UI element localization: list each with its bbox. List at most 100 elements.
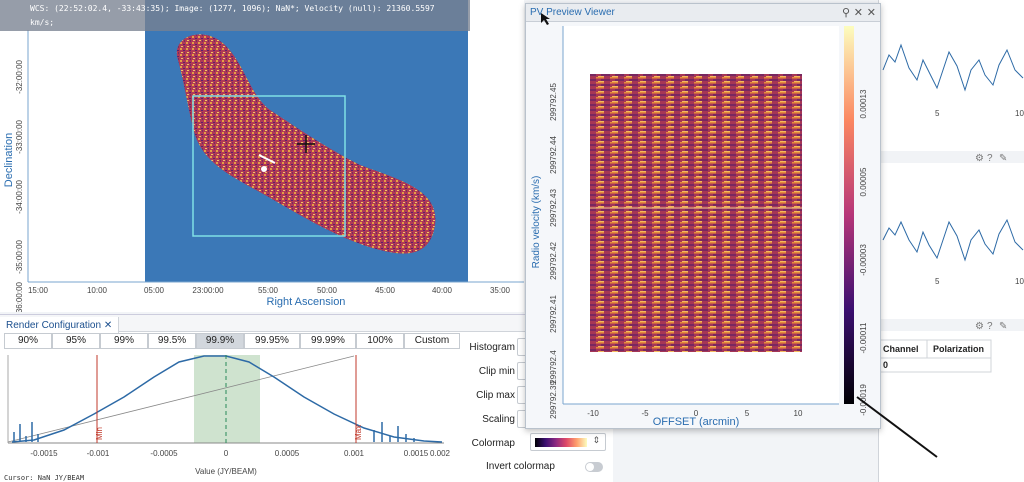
gear-icon-2[interactable]: ⚙ — [975, 321, 984, 332]
pv-window-titlebar[interactable]: PV Preview Viewer ⚲ ✕ ✕ — [526, 4, 880, 22]
y-tick-group: -32:00:00 -33:00:00 -34:00:00 -35:00:00 -36:… — [15, 59, 24, 312]
render-config-tab-bar: Render Configuration ✕ — [0, 315, 613, 334]
pv-y-tick: 299792.42 — [549, 242, 558, 280]
min-marker-label: Min — [95, 427, 104, 440]
max-marker-label: Max — [354, 425, 363, 440]
close-window-icon[interactable]: ✕ — [867, 4, 876, 22]
cursor-info-line2: Frequency: 92.8749 THz — [30, 32, 136, 41]
hist-x-label: Value (JY/BEAM) — [195, 467, 257, 476]
percentile-button-99[interactable]: 99% — [100, 333, 148, 349]
percentile-button-100[interactable]: 100% — [356, 333, 404, 349]
pv-plot-svg[interactable]: -10 -5 0 5 10 299792.45299792.44299792.43299… — [526, 22, 880, 428]
hist-x-tick: 0.002 — [430, 449, 451, 458]
img-x-tick: 55:00 — [258, 286, 279, 295]
point-region[interactable] — [261, 166, 267, 172]
spectrum1-tick-10: 10 — [1015, 109, 1024, 118]
colorbar-tick: 0.00005 — [859, 167, 868, 196]
hist-x-tick: 0.0015 — [404, 449, 429, 458]
spectrum2-tick-5: 5 — [935, 277, 940, 286]
tab-label: Render Configuration — [6, 320, 102, 331]
image-view-panel[interactable]: 15:00 10:00 05:00 23:00:00 55:00 50:00 45:00 40… — [0, 0, 524, 312]
pv-y-tick: 299792.44 — [549, 136, 558, 174]
histogram-label: Histogram — [469, 342, 515, 353]
percentile-button-90[interactable]: 90% — [4, 333, 52, 349]
pv-x-tick: 10 — [794, 409, 803, 418]
scaling-label: Scaling — [482, 414, 515, 425]
close-icon[interactable]: ✕ — [104, 320, 112, 331]
img-x-tick: 23:00:00 — [192, 286, 224, 295]
img-y-tick: -36:00:00 — [15, 281, 24, 312]
hist-x-tick: -0.0005 — [150, 449, 178, 458]
pv-image — [590, 74, 802, 352]
img-x-tick: 35:00 — [490, 286, 511, 295]
pin-icon-2[interactable]: ✎ — [999, 321, 1007, 332]
pv-x-tick: 5 — [745, 409, 750, 418]
invert-colormap-label: Invert colormap — [486, 461, 555, 472]
colorbar-tick: -0.00011 — [859, 322, 868, 354]
pv-x-tick: -10 — [587, 409, 599, 418]
percentile-button-99-5[interactable]: 99.5% — [148, 333, 196, 349]
spectrum-line-1 — [882, 43, 1024, 92]
close-icon[interactable]: ✕ — [854, 4, 863, 22]
pv-x-tick: -5 — [641, 409, 649, 418]
colorbar-tick: 0.00013 — [859, 89, 868, 118]
hist-cursor-text: Cursor: NaN JY/BEAM — [4, 474, 85, 482]
table-header-polarization: Polarization — [933, 344, 985, 354]
spectrum-line-2 — [882, 218, 1024, 262]
y-axis-label: Declination — [3, 133, 15, 187]
img-y-tick: -32:00:00 — [15, 59, 24, 93]
pv-y-tick: 299792.4 — [549, 350, 558, 384]
img-x-tick: 05:00 — [144, 286, 165, 295]
help-icon[interactable]: ? — [987, 153, 993, 164]
colormap-label: Colormap — [471, 438, 515, 449]
img-y-tick: -35:00:00 — [15, 239, 24, 273]
img-x-tick: 40:00 — [432, 286, 453, 295]
pv-x-label: OFFSET (arcmin) — [653, 416, 740, 428]
pin-icon[interactable]: ⚲ — [842, 4, 850, 22]
annotation-line — [856, 396, 938, 458]
invert-colormap-toggle[interactable] — [585, 462, 603, 472]
hist-x-tick: 0.001 — [344, 449, 365, 458]
clip-min-label: Clip min — [478, 366, 515, 377]
percentile-button-99-9[interactable]: 99.9% — [196, 333, 244, 349]
histogram-plot[interactable]: Min Max -0.0015 -0.001 -0.0005 0 0.0005 0.001… — [4, 352, 456, 482]
pv-preview-window[interactable]: PV Preview Viewer ⚲ ✕ ✕ -10 -5 0 5 10 299792… — [525, 3, 881, 429]
image-view-svg[interactable]: 15:00 10:00 05:00 23:00:00 55:00 50:00 45:00 40… — [0, 0, 524, 312]
img-y-tick: -34:00:00 — [15, 179, 24, 213]
pv-y-tick: 299792.43 — [549, 189, 558, 227]
clip-max-label: Clip max — [476, 390, 515, 401]
table-cell-channel: 0 — [883, 360, 889, 370]
pv-y-tick: 299792.41 — [549, 295, 558, 333]
colorbar-tick: -0.00003 — [859, 244, 868, 276]
pv-y-tick: 299792.39 — [549, 381, 558, 419]
pv-y-label: Radio velocity (km/s) — [531, 176, 542, 269]
gear-icon[interactable]: ⚙ — [975, 153, 984, 164]
cursor-info-overlay: WCS: (22:52:02.4, -33:43:35); Image: (12… — [0, 0, 470, 41]
img-x-tick: 45:00 — [375, 286, 396, 295]
percentile-button-99-95[interactable]: 99.95% — [244, 333, 300, 349]
hist-x-tick: -0.0015 — [30, 449, 58, 458]
hist-x-tick: 0 — [224, 449, 229, 458]
percentile-button-99-99[interactable]: 99.99% — [300, 333, 356, 349]
percentile-button-custom[interactable]: Custom — [404, 333, 460, 349]
transfer-line — [7, 355, 355, 443]
percentile-button-group: 90% 95% 99% 99.5% 99.9% 99.95% 99.99% 10… — [4, 333, 460, 349]
spectrum2-tick-10: 10 — [1015, 277, 1024, 286]
hist-x-tick: -0.001 — [87, 449, 110, 458]
colormap-swatch — [535, 438, 587, 447]
colormap-select[interactable]: ⇕ — [530, 433, 606, 451]
cursor-info-line1: WCS: (22:52:02.4, -33:43:35); Image: (12… — [30, 4, 435, 27]
pin-icon[interactable]: ✎ — [999, 153, 1007, 164]
pv-colorbar-tick-group: 0.000130.00005-0.00003-0.00011-0.00019 — [859, 89, 868, 416]
hist-x-tick-group: -0.0015 -0.001 -0.0005 0 0.0005 0.001 0.0015 0.… — [30, 449, 450, 458]
spectrum1-tick-5: 5 — [935, 109, 940, 118]
clip-range-band — [194, 355, 260, 443]
table-row[interactable] — [878, 357, 992, 373]
tab-render-configuration[interactable]: Render Configuration ✕ — [0, 317, 120, 334]
img-y-tick: -33:00:00 — [15, 119, 24, 153]
x-tick-group: 15:00 10:00 05:00 23:00:00 55:00 50:00 45:00 40… — [28, 286, 511, 295]
chevron-updown-icon: ⇕ — [592, 435, 600, 445]
help-icon-2[interactable]: ? — [987, 321, 993, 332]
x-axis-label: Right Ascension — [267, 296, 346, 308]
percentile-button-95[interactable]: 95% — [52, 333, 100, 349]
